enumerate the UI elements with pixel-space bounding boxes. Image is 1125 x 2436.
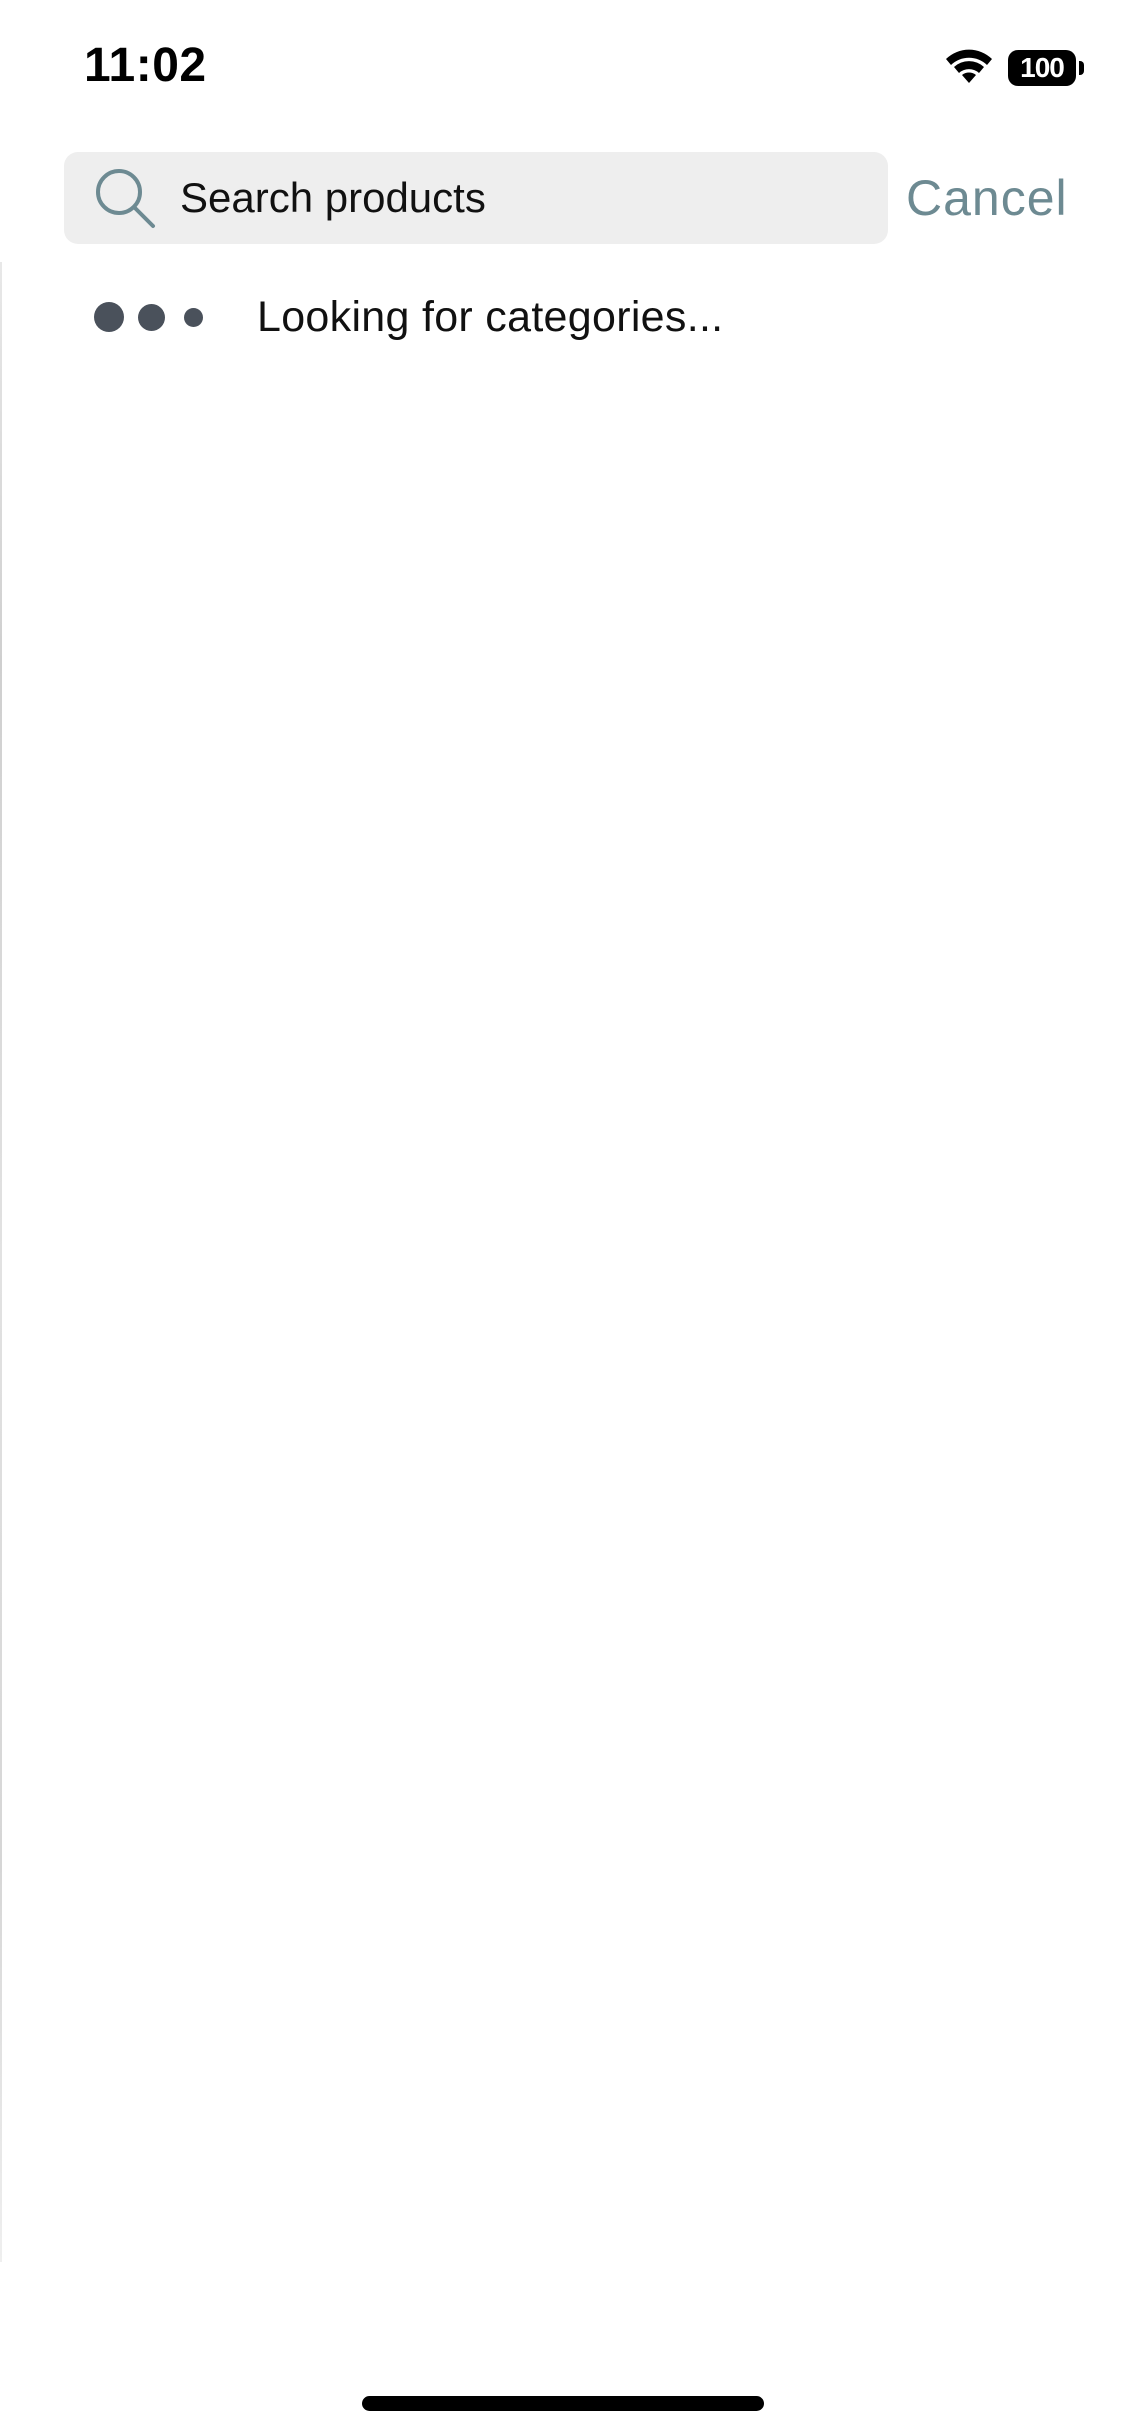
search-input[interactable] <box>180 152 870 244</box>
loading-dot <box>138 304 165 331</box>
search-field[interactable] <box>64 152 888 244</box>
cancel-button[interactable]: Cancel <box>906 152 1068 244</box>
loading-message: Looking for categories... <box>257 293 724 341</box>
loading-dot <box>94 302 124 332</box>
home-indicator[interactable] <box>362 2396 764 2411</box>
search-row: Cancel <box>0 152 1125 244</box>
loading-dot <box>184 308 203 327</box>
search-icon <box>96 169 155 228</box>
battery-icon: 100 <box>1008 50 1084 86</box>
loading-dots-icon <box>94 284 214 350</box>
wifi-icon <box>946 49 992 83</box>
loading-row: Looking for categories... <box>0 284 1125 350</box>
battery-level: 100 <box>1020 52 1065 83</box>
battery-cap <box>1079 61 1084 75</box>
status-bar: 11:02 100 <box>0 0 1125 140</box>
left-edge-divider <box>0 262 2 2262</box>
status-time: 11:02 <box>84 39 207 92</box>
